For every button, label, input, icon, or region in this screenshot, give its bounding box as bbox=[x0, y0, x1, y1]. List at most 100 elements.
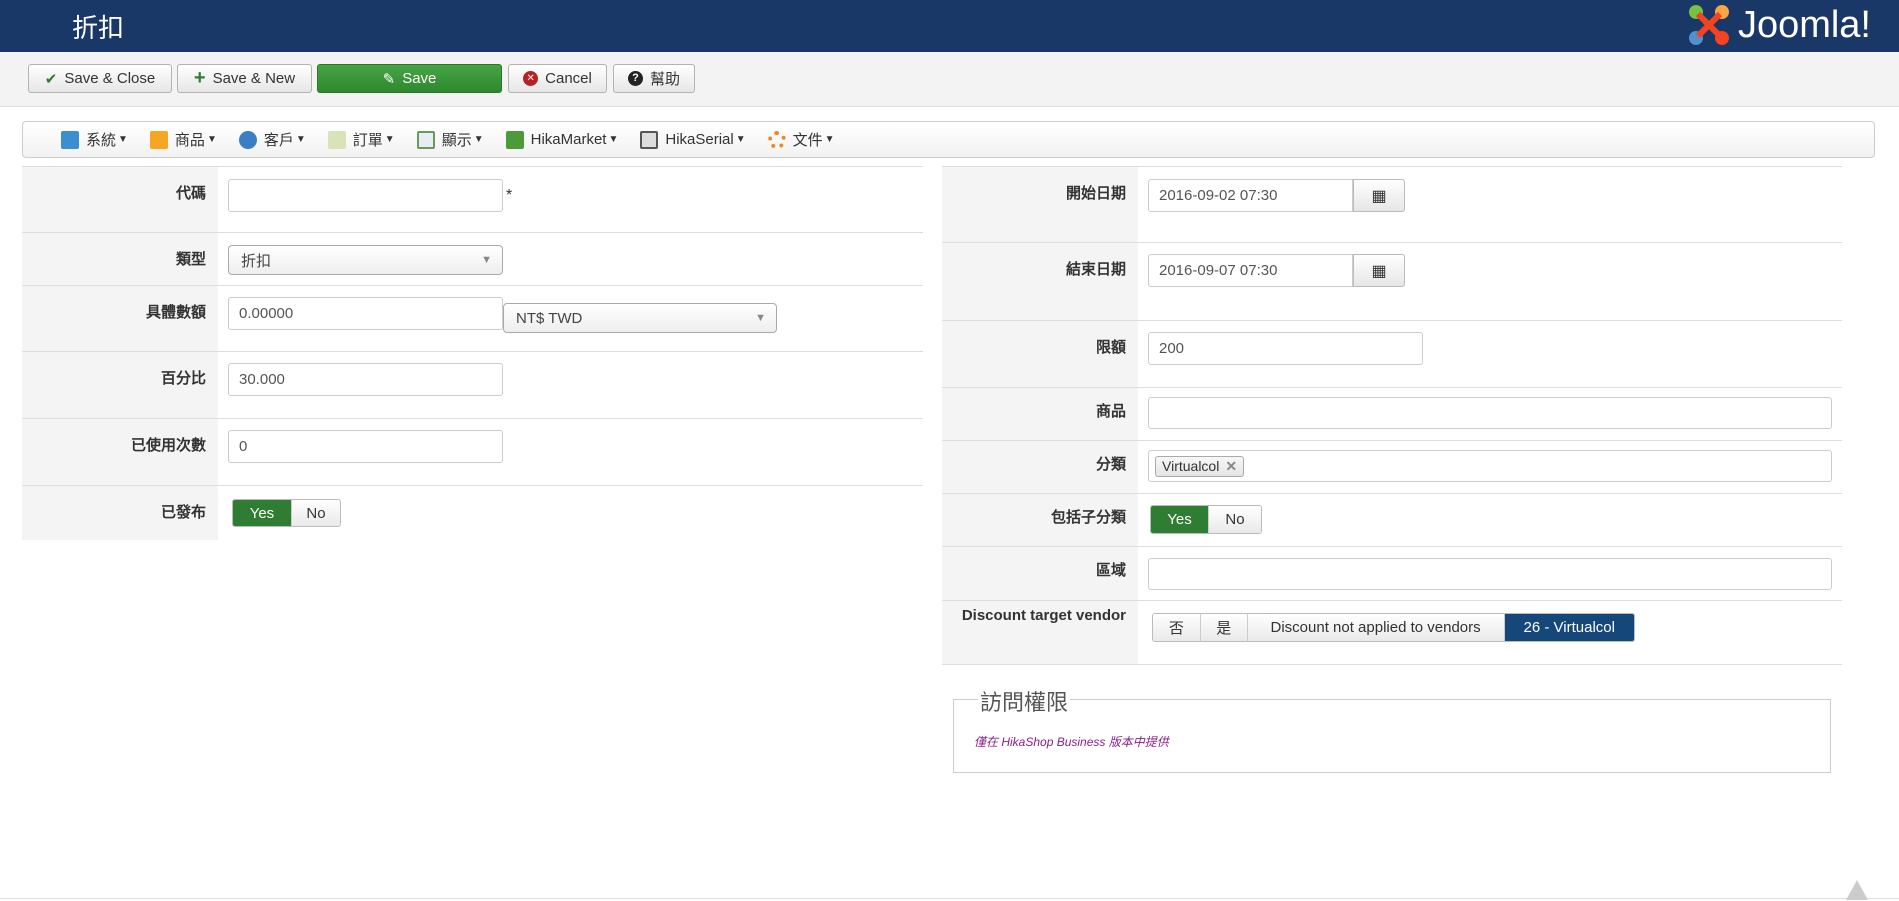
menu-system[interactable]: 系統 ▼ bbox=[61, 129, 128, 150]
type-label: 類型 bbox=[22, 233, 218, 285]
subcategories-label: 包括子分類 bbox=[942, 494, 1138, 546]
published-yes[interactable]: Yes bbox=[233, 500, 291, 526]
save-close-button[interactable]: ✔ Save & Close bbox=[28, 64, 172, 93]
zone-label: 區域 bbox=[942, 547, 1138, 600]
users-icon bbox=[238, 130, 257, 149]
plus-icon: + bbox=[193, 67, 206, 89]
row-category: 分類 Virtualcol ✕ bbox=[942, 441, 1842, 494]
calendar-icon: ▦ bbox=[1371, 262, 1387, 280]
check-icon: ✔ bbox=[44, 70, 58, 88]
caret-down-icon: ▼ bbox=[755, 312, 766, 324]
save-button[interactable]: ✎ Save bbox=[317, 64, 502, 93]
published-toggle[interactable]: Yes No bbox=[232, 499, 341, 527]
subcategories-yes[interactable]: Yes bbox=[1151, 506, 1208, 533]
component-menu: 系統 ▼ 商品 ▼ 客戶 ▼ 訂單 ▼ 顯示 ▼ HikaMarket ▼ HikaSeri… bbox=[22, 121, 1875, 158]
row-zone: 區域 bbox=[942, 547, 1842, 601]
access-legend: 訪問權限 bbox=[978, 685, 1071, 717]
caret-down-icon: ▼ bbox=[206, 134, 217, 145]
type-select[interactable]: 折扣 ▼ bbox=[228, 245, 503, 275]
footer-divider bbox=[0, 898, 1899, 899]
used-label: 已使用次數 bbox=[22, 419, 218, 485]
row-published: 已發布 Yes No bbox=[22, 486, 923, 540]
subcategories-toggle[interactable]: Yes No bbox=[1150, 505, 1262, 534]
access-fieldset: 訪問權限 僅在 HikaShop Business 版本中提供 bbox=[953, 685, 1831, 773]
help-button[interactable]: ? 幫助 bbox=[613, 64, 695, 93]
access-note: 僅在 HikaShop Business 版本中提供 bbox=[974, 735, 1169, 749]
menu-hikaserial[interactable]: HikaSerial ▼ bbox=[640, 130, 746, 149]
amount-label: 具體數額 bbox=[22, 286, 218, 351]
menu-orders[interactable]: 訂單 ▼ bbox=[327, 129, 395, 150]
code-input[interactable] bbox=[228, 179, 503, 212]
zone-input[interactable] bbox=[1148, 558, 1832, 590]
menu-customers[interactable]: 客戶 ▼ bbox=[238, 129, 306, 150]
vendor-option-virtualcol[interactable]: 26 - Virtualcol bbox=[1503, 614, 1634, 641]
joomla-logo-text: Joomla! bbox=[1737, 3, 1871, 46]
cancel-icon: ✕ bbox=[523, 71, 539, 86]
row-amount: 具體數額 0.00000 NT$ TWD ▼ bbox=[22, 286, 923, 352]
row-used: 已使用次數 0 bbox=[22, 419, 923, 486]
page-title: 折扣 bbox=[72, 13, 125, 43]
caret-down-icon: ▼ bbox=[473, 134, 484, 145]
end-calendar-button[interactable]: ▦ bbox=[1353, 254, 1405, 287]
caret-down-icon: ▼ bbox=[118, 134, 128, 145]
header-bar: 折扣 Joomla! bbox=[0, 0, 1899, 52]
vendor-option-none[interactable]: Discount not applied to vendors bbox=[1246, 614, 1504, 641]
cancel-button[interactable]: ✕ Cancel bbox=[508, 64, 607, 93]
caret-down-icon: ▼ bbox=[384, 134, 395, 145]
caret-down-icon: ▼ bbox=[608, 134, 619, 145]
limit-label: 限額 bbox=[942, 321, 1138, 387]
subcategories-no[interactable]: No bbox=[1207, 506, 1261, 533]
order-icon bbox=[327, 130, 346, 149]
published-label: 已發布 bbox=[22, 486, 218, 540]
joomla-logo-icon bbox=[1688, 5, 1729, 45]
joomla-footer-icon bbox=[1846, 880, 1868, 900]
row-end-date: 結束日期 2016-09-07 07:30 ▦ bbox=[942, 243, 1842, 321]
row-start-date: 開始日期 2016-09-02 07:30 ▦ bbox=[942, 166, 1842, 243]
serial-icon bbox=[640, 130, 659, 149]
code-label: 代碼 bbox=[22, 167, 218, 232]
limit-input[interactable]: 200 bbox=[1148, 332, 1423, 365]
edit-icon: ✎ bbox=[382, 70, 396, 88]
remove-tag-icon[interactable]: ✕ bbox=[1225, 458, 1237, 475]
display-icon bbox=[416, 130, 435, 149]
vendor-option-yes[interactable]: 是 bbox=[1199, 614, 1247, 641]
percent-input[interactable]: 30.000 bbox=[228, 363, 503, 396]
amount-input[interactable]: 0.00000 bbox=[228, 297, 503, 330]
menu-documentation[interactable]: 文件 ▼ bbox=[767, 129, 835, 150]
tools-icon bbox=[61, 130, 79, 149]
currency-select[interactable]: NT$ TWD ▼ bbox=[503, 303, 777, 333]
used-input[interactable]: 0 bbox=[228, 430, 503, 463]
save-new-button[interactable]: + Save & New bbox=[177, 64, 312, 93]
vendor-option-no[interactable]: 否 bbox=[1153, 614, 1200, 641]
menu-products[interactable]: 商品 ▼ bbox=[149, 129, 217, 150]
start-date-label: 開始日期 bbox=[942, 167, 1138, 242]
category-input[interactable]: Virtualcol ✕ bbox=[1148, 450, 1832, 482]
product-label: 商品 bbox=[942, 388, 1138, 440]
category-label: 分類 bbox=[942, 441, 1138, 493]
vendor-toggle[interactable]: 否 是 Discount not applied to vendors 26 -… bbox=[1152, 613, 1635, 642]
row-vendor: Discount target vendor 否 是 Discount not … bbox=[942, 601, 1842, 665]
row-subcategories: 包括子分類 Yes No bbox=[942, 494, 1842, 547]
menu-display[interactable]: 顯示 ▼ bbox=[416, 129, 484, 150]
end-date-input[interactable]: 2016-09-07 07:30 bbox=[1148, 254, 1353, 287]
toolbar: ✔ Save & Close + Save & New ✎ Save ✕ Cancel … bbox=[0, 52, 1899, 107]
start-calendar-button[interactable]: ▦ bbox=[1353, 179, 1405, 212]
row-percent: 百分比 30.000 bbox=[22, 352, 923, 419]
row-product: 商品 bbox=[942, 388, 1842, 441]
row-type: 類型 折扣 ▼ bbox=[22, 233, 923, 286]
menu-hikamarket[interactable]: HikaMarket ▼ bbox=[505, 130, 619, 149]
caret-down-icon: ▼ bbox=[295, 134, 306, 145]
published-no[interactable]: No bbox=[290, 500, 340, 526]
category-tag: Virtualcol ✕ bbox=[1155, 455, 1245, 477]
start-date-input[interactable]: 2016-09-02 07:30 bbox=[1148, 179, 1353, 212]
caret-down-icon: ▼ bbox=[824, 134, 835, 145]
caret-down-icon: ▼ bbox=[481, 254, 492, 266]
box-icon bbox=[149, 130, 168, 149]
product-input[interactable] bbox=[1148, 397, 1832, 429]
percent-label: 百分比 bbox=[22, 352, 218, 418]
row-limit: 限額 200 bbox=[942, 321, 1842, 388]
hikamarket-icon bbox=[505, 130, 524, 149]
help-icon: ? bbox=[627, 71, 643, 86]
end-date-label: 結束日期 bbox=[942, 243, 1138, 320]
row-code: 代碼 * bbox=[22, 166, 923, 233]
